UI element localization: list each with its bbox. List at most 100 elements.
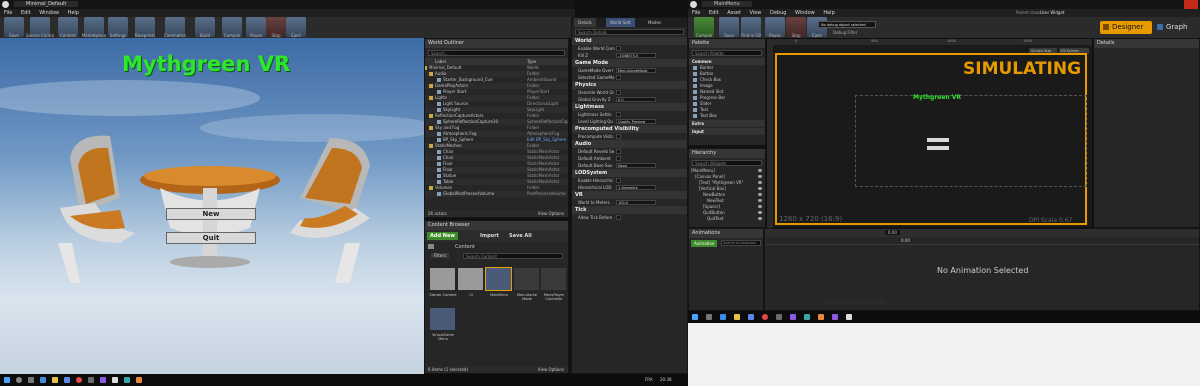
folder-starter-content[interactable]: [430, 268, 455, 290]
content-path[interactable]: Content: [455, 244, 475, 250]
property-checkbox[interactable]: [616, 156, 621, 161]
menu-help[interactable]: Help: [68, 9, 79, 17]
details-section-header[interactable]: Tick: [572, 206, 687, 214]
search-icon[interactable]: [16, 377, 22, 383]
unreal-taskbar-icon[interactable]: [846, 314, 852, 320]
column-label[interactable]: Label: [435, 58, 446, 65]
menu-help[interactable]: Help: [823, 9, 834, 17]
details-section-header[interactable]: LODSystem: [572, 169, 687, 177]
details-section-header[interactable]: Game Mode: [572, 59, 687, 67]
menu-file[interactable]: File: [692, 9, 700, 17]
content-view-options[interactable]: View Options: [538, 366, 564, 373]
visibility-eye-icon[interactable]: [758, 199, 762, 202]
menu-debug[interactable]: Debug: [770, 9, 786, 17]
store-icon[interactable]: [64, 377, 70, 383]
filters-button[interactable]: Filters: [431, 253, 449, 258]
property-value-field[interactable]: -1048575.0: [616, 53, 656, 58]
app-icon[interactable]: [818, 314, 824, 320]
menu-view[interactable]: View: [750, 9, 762, 17]
left-tab-title[interactable]: Minimal_Default: [14, 1, 79, 7]
visibility-eye-icon[interactable]: [758, 187, 762, 190]
fps-field[interactable]: 0.00: [885, 230, 900, 235]
menu-asset[interactable]: Asset: [727, 9, 741, 17]
keyboard-language[interactable]: FRA: [645, 377, 653, 382]
close-icon[interactable]: [1184, 0, 1198, 9]
visibility-eye-icon[interactable]: [758, 169, 762, 172]
folder-ui[interactable]: [458, 268, 483, 290]
animations-search[interactable]: Search Animations: [721, 240, 761, 246]
details-search[interactable]: Search Details: [575, 29, 684, 35]
property-checkbox[interactable]: [616, 75, 621, 80]
asset-mainmenu[interactable]: [485, 267, 512, 291]
windows-start-icon[interactable]: [4, 377, 10, 383]
new-button[interactable]: New: [166, 208, 256, 220]
designer-canvas[interactable]: 0 500 1000 1500 Screen Size Fill Screen …: [766, 38, 1093, 229]
menu-window[interactable]: Window: [795, 9, 815, 17]
graph-mode-button[interactable]: Graph: [1154, 21, 1198, 34]
explorer-icon[interactable]: [52, 377, 58, 383]
game-viewport[interactable]: Mythgreen VR New Quit: [0, 38, 424, 374]
app-icon[interactable]: [804, 314, 810, 320]
visual-studio-icon[interactable]: [832, 314, 838, 320]
property-checkbox[interactable]: [616, 46, 621, 51]
palette-category-common[interactable]: Common: [689, 58, 765, 65]
chrome-icon[interactable]: [762, 314, 768, 320]
outliner-view-options[interactable]: View Options: [538, 210, 564, 217]
property-checkbox[interactable]: [616, 149, 621, 154]
menu-edit[interactable]: Edit: [21, 9, 31, 17]
palette-category-input[interactable]: Input: [689, 128, 765, 135]
canvas-title-text[interactable]: Mythgreen VR: [913, 94, 961, 101]
edge-icon[interactable]: [40, 377, 46, 383]
palette-category-extra[interactable]: Extra: [689, 120, 765, 127]
visibility-eye-icon[interactable]: [758, 211, 762, 214]
property-value-field[interactable]: 1 elements: [616, 185, 656, 190]
chrome-icon[interactable]: [76, 377, 82, 383]
hierarchy-search[interactable]: Search Widgets: [692, 160, 762, 166]
explorer-icon[interactable]: [734, 314, 740, 320]
debug-filter-dropdown[interactable]: No debug object selected: [818, 21, 876, 28]
taskview-icon[interactable]: [28, 377, 34, 383]
taskview-icon[interactable]: [706, 314, 712, 320]
property-checkbox[interactable]: [616, 178, 621, 183]
property-checkbox[interactable]: [616, 90, 621, 95]
details-section-header[interactable]: VR: [572, 191, 687, 199]
store-icon[interactable]: [748, 314, 754, 320]
right-tab-title[interactable]: MainMenu: [702, 1, 752, 7]
palette-search[interactable]: Search Palette: [692, 50, 762, 56]
visual-studio-icon[interactable]: [790, 314, 796, 320]
details-section-header[interactable]: World: [572, 37, 687, 45]
asset-menuplayercontroller[interactable]: [541, 268, 566, 290]
parent-class-value[interactable]: User Widget: [1040, 9, 1064, 17]
menu-file[interactable]: File: [4, 9, 12, 17]
column-type[interactable]: Type: [527, 58, 536, 65]
designer-mode-button[interactable]: Designer: [1100, 21, 1152, 34]
property-value-field[interactable]: MenuGameMode: [616, 68, 656, 73]
property-checkbox[interactable]: [616, 112, 621, 117]
visual-studio-icon[interactable]: [100, 377, 106, 383]
property-value-field[interactable]: Quality Preview: [616, 119, 656, 124]
hierarchy-row[interactable]: QuitText: [689, 216, 765, 222]
tab-modes[interactable]: Modes: [644, 18, 665, 27]
property-checkbox[interactable]: [616, 215, 621, 220]
menu-window[interactable]: Window: [39, 9, 59, 17]
windows-start-icon[interactable]: [692, 314, 698, 320]
world-outliner-search[interactable]: Search...: [428, 50, 565, 56]
details-section-header[interactable]: Physics: [572, 81, 687, 89]
unreal-taskbar-icon[interactable]: [112, 377, 118, 383]
clock[interactable]: 20:38: [660, 377, 672, 382]
visibility-eye-icon[interactable]: [758, 217, 762, 220]
add-new-button[interactable]: Add New: [427, 232, 458, 240]
outliner-row[interactable]: GlobalPostProcessVolume PostProcessVolume: [425, 191, 568, 197]
visibility-eye-icon[interactable]: [758, 205, 762, 208]
app-icon[interactable]: [136, 377, 142, 383]
add-animation-button[interactable]: Animation: [691, 240, 718, 247]
details-section-header[interactable]: Lightmass: [572, 103, 687, 111]
palette-item[interactable]: Text Box: [689, 113, 765, 119]
canvas-new-button[interactable]: [927, 138, 949, 142]
save-all-button[interactable]: Save All: [509, 233, 532, 239]
app-icon[interactable]: [776, 314, 782, 320]
app-icon[interactable]: [88, 377, 94, 383]
asset-menugamemode[interactable]: [514, 268, 539, 290]
visibility-eye-icon[interactable]: [758, 181, 762, 184]
property-checkbox[interactable]: [616, 134, 621, 139]
